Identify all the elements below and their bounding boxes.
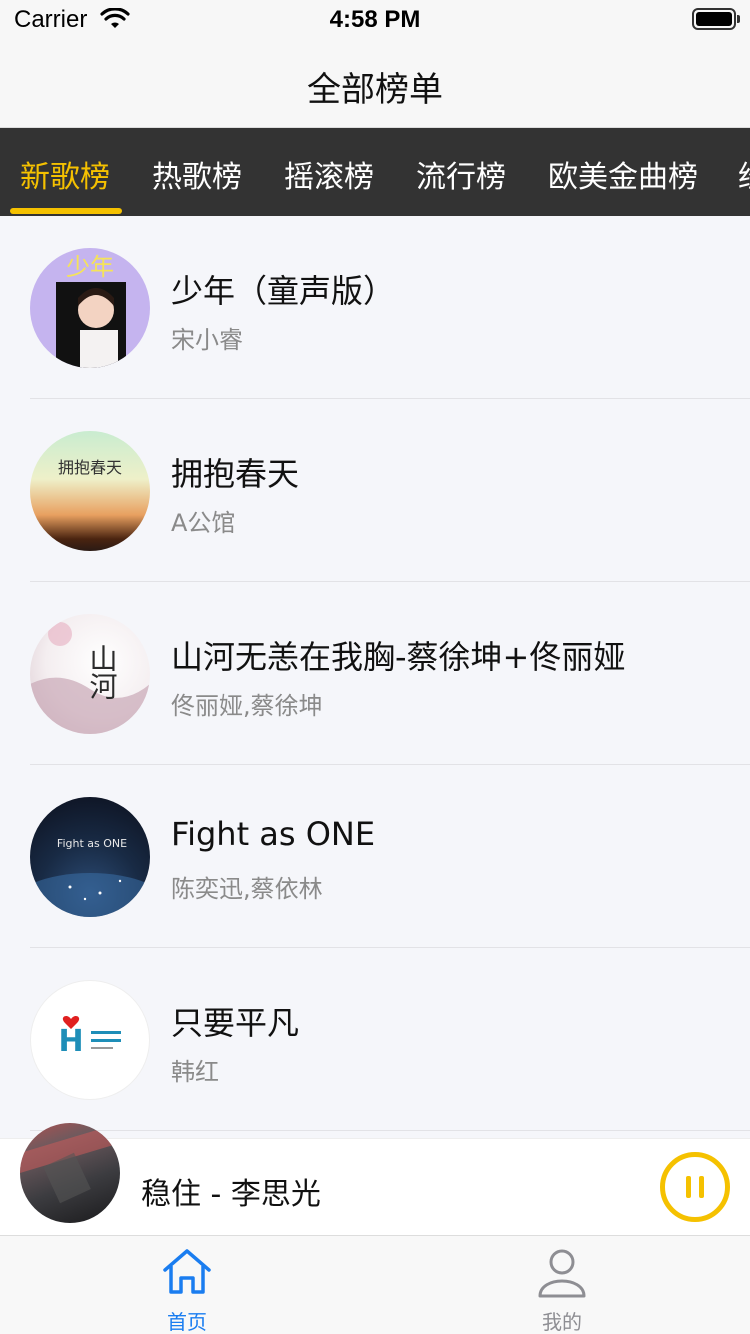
song-title: Fight as ONE <box>171 815 376 853</box>
status-bar: Carrier 4:58 PM <box>0 0 750 40</box>
album-cover: Fight as ONE <box>30 797 150 917</box>
album-cover: H <box>30 980 150 1100</box>
category-tabs: 新歌榜 热歌榜 摇滚榜 流行榜 欧美金曲榜 经 <box>0 128 750 216</box>
song-artist: 宋小睿 <box>171 326 243 354</box>
song-artist: 陈奕迅,蔡依林 <box>171 875 323 903</box>
mini-player[interactable]: 稳住 - 李思光 <box>0 1123 750 1235</box>
pause-icon <box>686 1176 691 1198</box>
now-playing-cover <box>20 1123 120 1223</box>
cover-text: H <box>58 1024 83 1059</box>
navigation-bar: 全部榜单 <box>0 40 750 128</box>
song-title: 只要平凡 <box>171 1004 300 1042</box>
song-artist: A公馆 <box>171 509 236 537</box>
song-artist: 佟丽娅,蔡徐坤 <box>171 692 323 720</box>
tab-western-classics[interactable]: 欧美金曲榜 <box>548 152 698 196</box>
song-row[interactable]: Fight as ONE Fight as ONE 陈奕迅,蔡依林 <box>0 765 750 948</box>
tab-indicator <box>10 208 122 214</box>
cover-text: 拥抱春天 <box>58 458 122 477</box>
album-cover: 拥抱春天 <box>30 431 150 551</box>
now-playing-title: 稳住 - 李思光 <box>141 1177 321 1212</box>
cover-text: 山河 <box>86 644 119 700</box>
tab-home-label: 首页 <box>167 1310 207 1334</box>
song-row[interactable]: 山河 山河无恙在我胸-蔡徐坤+佟丽娅 佟丽娅,蔡徐坤 <box>0 582 750 765</box>
tab-classic[interactable]: 经 <box>738 152 750 196</box>
tab-bar: 首页 我的 <box>0 1235 750 1334</box>
song-title: 山河无恙在我胸-蔡徐坤+佟丽娅 <box>171 638 626 676</box>
cover-text: 少年 <box>66 253 114 281</box>
tab-new-songs[interactable]: 新歌榜 <box>20 152 110 196</box>
song-row[interactable]: 少年 少年（童声版） 宋小睿 <box>0 216 750 399</box>
tab-mine[interactable]: 我的 <box>462 1236 662 1334</box>
tab-hot-songs[interactable]: 热歌榜 <box>152 152 242 196</box>
song-row[interactable]: H 只要平凡 韩红 <box>0 948 750 1131</box>
pause-button[interactable] <box>660 1152 730 1222</box>
tab-mine-label: 我的 <box>542 1310 582 1334</box>
clock: 4:58 PM <box>329 6 421 33</box>
page-title: 全部榜单 <box>307 70 443 110</box>
album-cover: 山河 <box>30 614 150 734</box>
album-cover: 少年 <box>30 248 150 368</box>
tab-home[interactable]: 首页 <box>87 1236 287 1334</box>
song-title: 少年（童声版） <box>171 272 396 310</box>
tab-rock[interactable]: 摇滚榜 <box>284 152 374 196</box>
tab-pop[interactable]: 流行榜 <box>416 152 506 196</box>
battery-icon <box>692 8 740 30</box>
song-row[interactable]: 拥抱春天 拥抱春天 A公馆 <box>0 399 750 582</box>
cover-text: Fight as ONE <box>57 837 127 850</box>
home-icon <box>161 1246 213 1298</box>
song-artist: 韩红 <box>171 1058 219 1086</box>
divider <box>30 1130 750 1131</box>
profile-icon <box>536 1246 588 1298</box>
song-title: 拥抱春天 <box>171 455 300 493</box>
